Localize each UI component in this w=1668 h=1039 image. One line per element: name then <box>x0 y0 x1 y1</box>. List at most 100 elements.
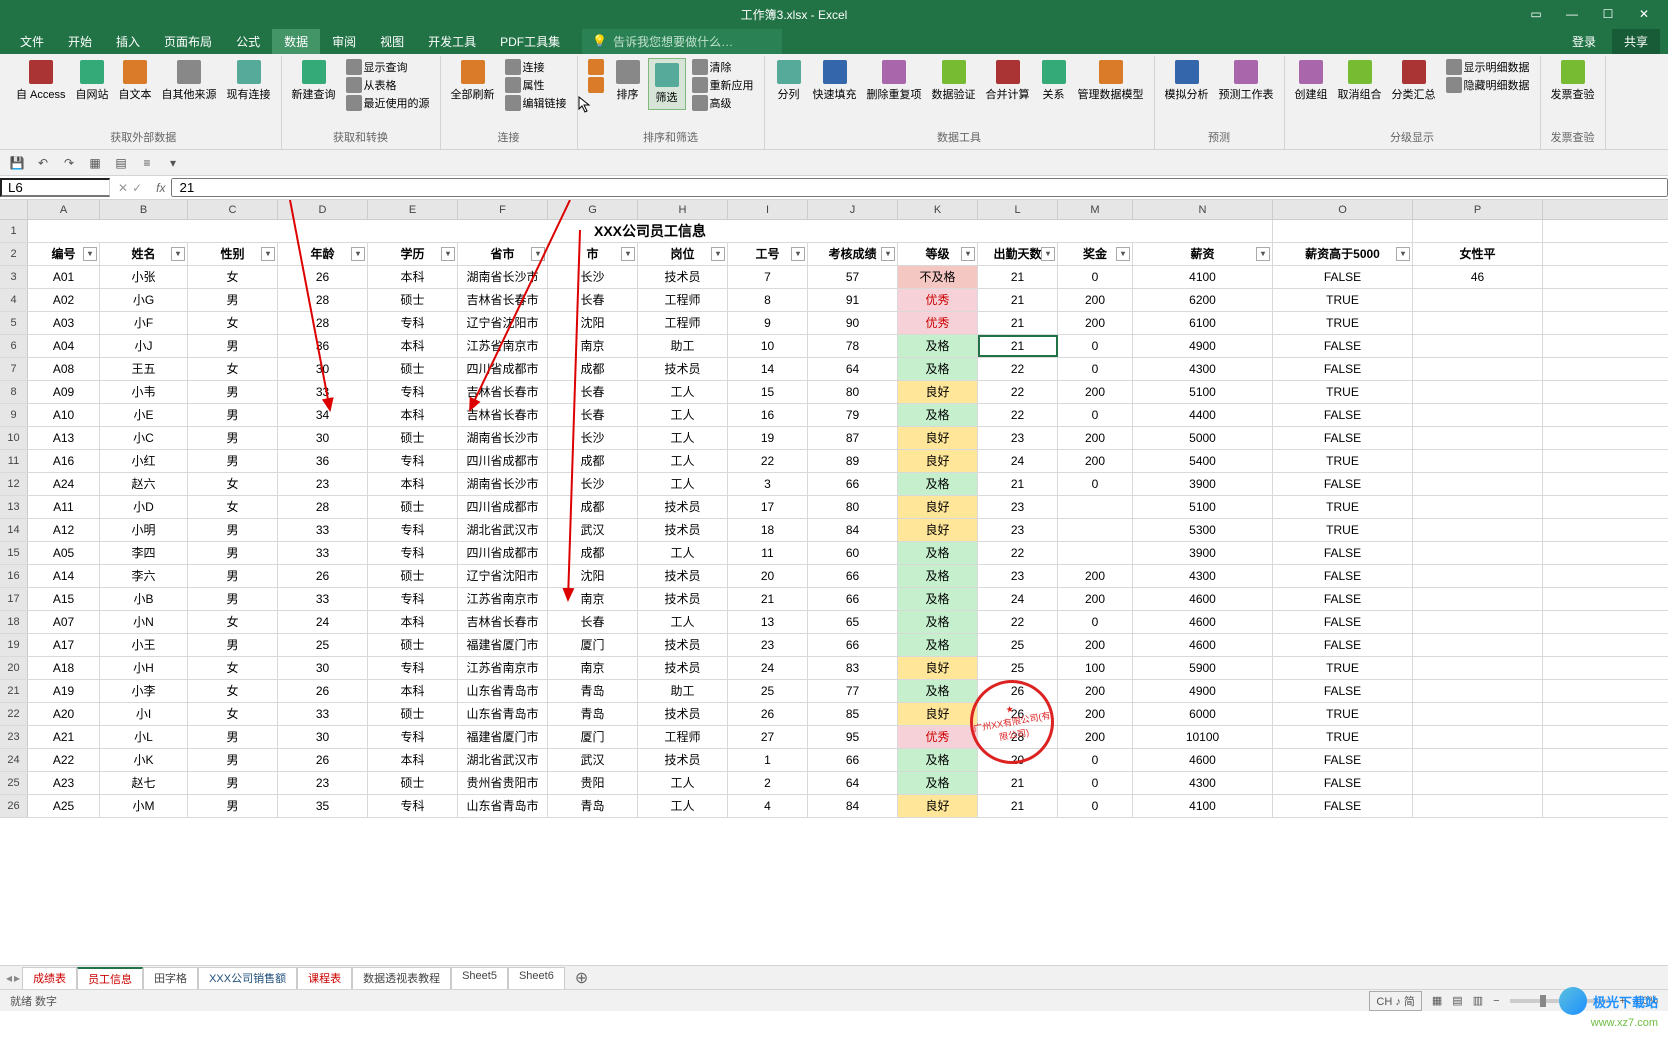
cell[interactable]: 女 <box>188 358 278 380</box>
cell[interactable]: 及格 <box>898 542 978 564</box>
cell[interactable]: TRUE <box>1273 312 1413 334</box>
cell[interactable] <box>1058 542 1133 564</box>
cell[interactable]: 硕士 <box>368 289 458 311</box>
cell[interactable]: 0 <box>1058 772 1133 794</box>
col-header-L[interactable]: L <box>978 200 1058 219</box>
ribbon-btn-删除重复项[interactable]: 删除重复项 <box>863 58 926 104</box>
cell[interactable]: 专科 <box>368 588 458 610</box>
cell[interactable]: 及格 <box>898 634 978 656</box>
cell[interactable]: A20 <box>28 703 100 725</box>
col-header-O[interactable]: O <box>1273 200 1413 219</box>
cell[interactable]: 小李 <box>100 680 188 702</box>
cell[interactable] <box>1413 680 1543 702</box>
cell[interactable]: 工程师 <box>638 289 728 311</box>
cell[interactable]: 33 <box>278 588 368 610</box>
ribbon-btn-分列[interactable]: 分列 <box>771 58 807 104</box>
cell[interactable]: 山东省青岛市 <box>458 795 548 817</box>
cell[interactable]: 硕士 <box>368 427 458 449</box>
cell[interactable]: 95 <box>808 726 898 748</box>
cell[interactable]: 4300 <box>1133 565 1273 587</box>
cell[interactable]: 男 <box>188 427 278 449</box>
cell[interactable]: A25 <box>28 795 100 817</box>
cell[interactable]: 助工 <box>638 335 728 357</box>
cell[interactable]: 100 <box>1058 657 1133 679</box>
cell[interactable]: 22 <box>978 404 1058 426</box>
cell[interactable]: 专科 <box>368 312 458 334</box>
cell[interactable]: 小G <box>100 289 188 311</box>
filter-dropdown-icon[interactable]: ▾ <box>961 247 975 261</box>
cell[interactable]: 6100 <box>1133 312 1273 334</box>
col-header-B[interactable]: B <box>100 200 188 219</box>
row-header[interactable]: 16 <box>0 565 28 587</box>
cell[interactable]: 26 <box>728 703 808 725</box>
cell[interactable]: 技术员 <box>638 703 728 725</box>
cell[interactable]: 21 <box>978 795 1058 817</box>
cell[interactable]: A24 <box>28 473 100 495</box>
row-header[interactable]: 1 <box>0 220 28 242</box>
cell[interactable]: 28 <box>278 312 368 334</box>
cell[interactable]: 89 <box>808 450 898 472</box>
cell[interactable]: A09 <box>28 381 100 403</box>
menu-tab-文件[interactable]: 文件 <box>8 29 56 54</box>
cell[interactable]: 25 <box>978 657 1058 679</box>
cell[interactable]: TRUE <box>1273 289 1413 311</box>
cell[interactable] <box>1413 404 1543 426</box>
row-header[interactable]: 12 <box>0 473 28 495</box>
cell[interactable]: 200 <box>1058 312 1133 334</box>
cell[interactable]: 良好 <box>898 381 978 403</box>
ribbon-btn-自其他来源[interactable]: 自其他来源 <box>158 58 221 104</box>
ribbon-btn-关系[interactable]: 关系 <box>1036 58 1072 104</box>
ribbon-opts-icon[interactable]: ▭ <box>1520 7 1552 21</box>
cell[interactable]: 技术员 <box>638 588 728 610</box>
cell[interactable]: 4600 <box>1133 588 1273 610</box>
cell[interactable]: 本科 <box>368 473 458 495</box>
cell[interactable]: A19 <box>28 680 100 702</box>
cell[interactable]: 14 <box>728 358 808 380</box>
table-header-cell[interactable]: 编号▾ <box>28 243 100 265</box>
row-header[interactable]: 7 <box>0 358 28 380</box>
cell[interactable]: TRUE <box>1273 726 1413 748</box>
cell[interactable]: 技术员 <box>638 266 728 288</box>
cell[interactable]: 200 <box>1058 588 1133 610</box>
view-layout-icon[interactable]: ▤ <box>1452 994 1462 1007</box>
table-header-cell[interactable]: 年龄▾ <box>278 243 368 265</box>
cell[interactable]: 21 <box>728 588 808 610</box>
cell[interactable]: 23 <box>278 772 368 794</box>
cell[interactable]: A12 <box>28 519 100 541</box>
cell[interactable]: 工人 <box>638 473 728 495</box>
cell[interactable]: 山东省青岛市 <box>458 703 548 725</box>
col-header-J[interactable]: J <box>808 200 898 219</box>
cell[interactable]: 女 <box>188 473 278 495</box>
cell[interactable]: 及格 <box>898 749 978 771</box>
cell[interactable]: 专科 <box>368 726 458 748</box>
cell[interactable]: 山东省青岛市 <box>458 680 548 702</box>
cell[interactable]: 沈阳 <box>548 565 638 587</box>
ribbon-sub-显示查询[interactable]: 显示查询 <box>342 58 434 76</box>
cell[interactable]: 20 <box>728 565 808 587</box>
ribbon-sub-最近使用的源[interactable]: 最近使用的源 <box>342 94 434 112</box>
zoom-in[interactable]: + <box>1620 995 1626 1007</box>
filter-dropdown-icon[interactable]: ▾ <box>531 247 545 261</box>
ribbon-sub-编辑链接[interactable]: 编辑链接 <box>501 94 571 112</box>
cell[interactable]: 8 <box>728 289 808 311</box>
ime-indicator[interactable]: CH ♪ 简 <box>1369 991 1422 1011</box>
ribbon-btn-数据验证[interactable]: 数据验证 <box>928 58 980 104</box>
cell[interactable] <box>1413 335 1543 357</box>
cell[interactable]: 专科 <box>368 795 458 817</box>
cell[interactable]: 85 <box>808 703 898 725</box>
ribbon-btn-自文本[interactable]: 自文本 <box>115 58 156 104</box>
cell[interactable]: 87 <box>808 427 898 449</box>
tab-nav-first[interactable]: ◂ <box>6 971 12 985</box>
cell[interactable]: 7 <box>728 266 808 288</box>
ribbon-sub-清除[interactable]: 清除 <box>688 58 758 76</box>
cell[interactable]: 24 <box>278 611 368 633</box>
sheet-tab-员工信息[interactable]: 员工信息 <box>77 967 143 989</box>
cell[interactable]: 80 <box>808 381 898 403</box>
row-header[interactable]: 2 <box>0 243 28 265</box>
cell[interactable]: 湖南省长沙市 <box>458 427 548 449</box>
minimize-icon[interactable]: — <box>1556 7 1588 21</box>
cell[interactable]: 小H <box>100 657 188 679</box>
cell[interactable]: 良好 <box>898 519 978 541</box>
tab-nav-prev[interactable]: ▸ <box>14 971 20 985</box>
cell[interactable]: 女 <box>188 680 278 702</box>
